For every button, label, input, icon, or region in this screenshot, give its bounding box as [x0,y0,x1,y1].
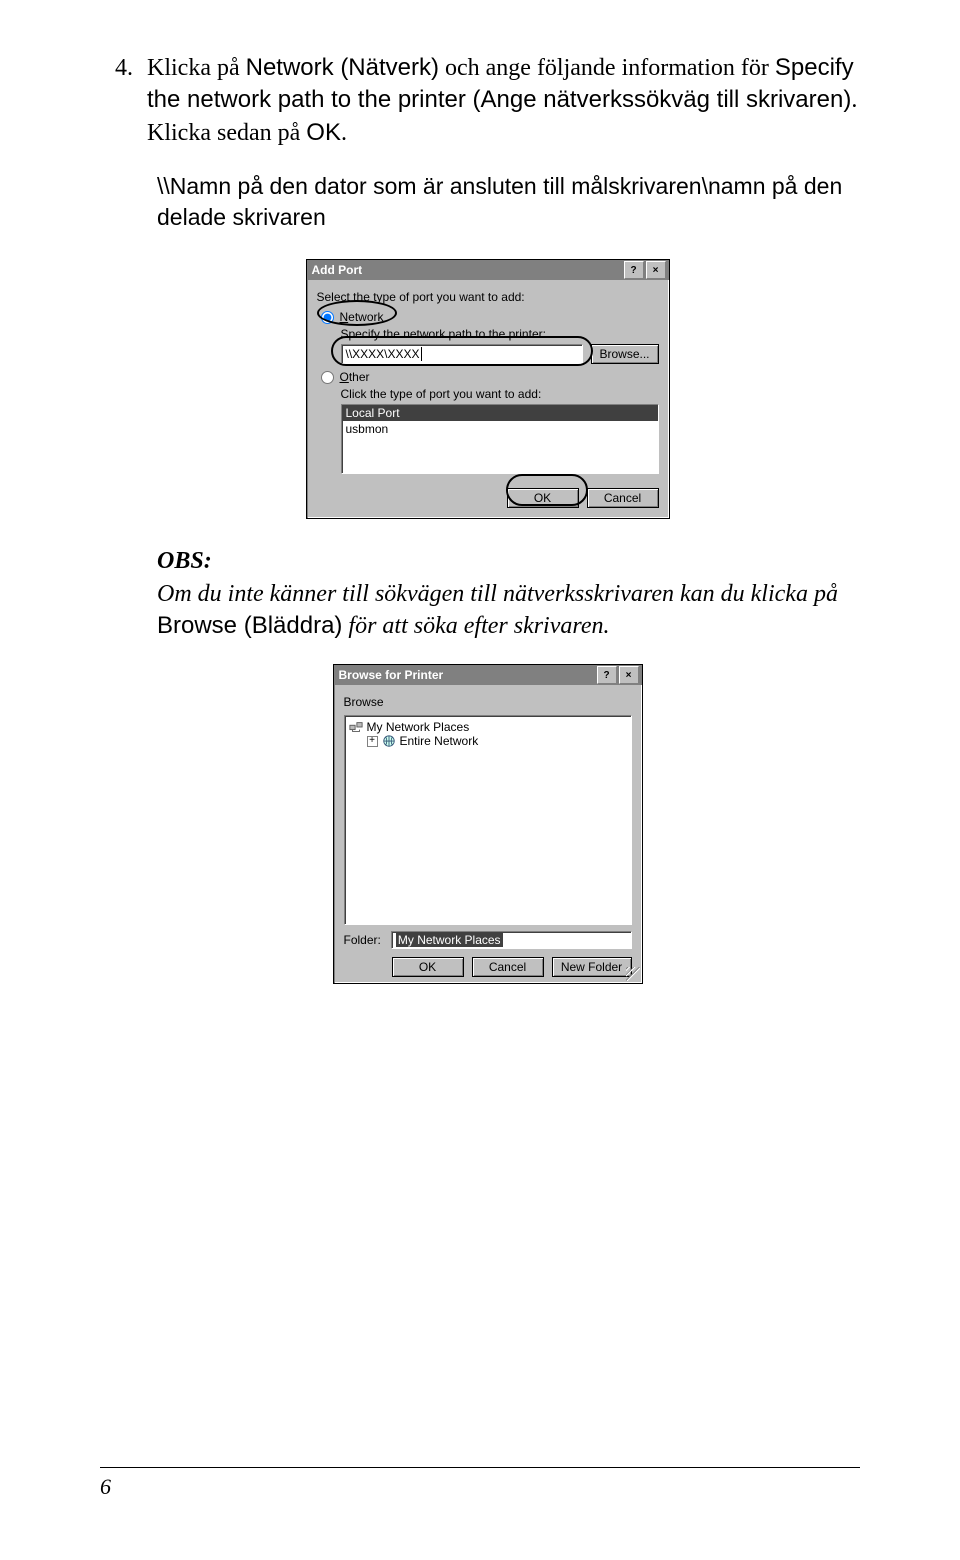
close-button[interactable]: × [619,666,639,684]
port-type-listbox[interactable]: Local Port usbmon [341,404,659,474]
resize-grip-icon[interactable] [626,967,640,981]
radio-network-label: Network [340,310,384,324]
page-number: 6 [100,1474,860,1500]
cancel-button[interactable]: Cancel [472,957,544,977]
browse-for-printer-dialog: Browse for Printer ? × Browse My Network… [333,664,643,984]
network-places-icon [349,720,363,734]
radio-other-label: Other [340,370,370,384]
browse-label: Browse [344,695,632,709]
ok-button[interactable]: OK [392,957,464,977]
list-item-localport[interactable]: Local Port [342,405,658,421]
new-folder-button[interactable]: New Folder [552,957,632,977]
network-subtext: Specify the network path to the printer: [341,327,659,341]
folder-value-field[interactable]: My Network Places [391,931,632,949]
dialog-title: Browse for Printer [339,668,444,682]
radio-network[interactable] [321,311,334,324]
step-text: Klicka på Network (Nätverk) och ange föl… [147,52,860,149]
network-tree[interactable]: My Network Places + Entire Network [344,715,632,925]
ok-button[interactable]: OK [507,488,579,508]
titlebar: Add Port ? × [307,260,669,280]
dialog-title: Add Port [312,263,363,277]
browse-button[interactable]: Browse... [591,344,659,364]
obs-note: OBS: Om du inte känner till sökvägen til… [157,545,860,642]
help-button[interactable]: ? [597,666,617,684]
add-port-dialog: Add Port ? × Select the type of port you… [306,259,670,519]
close-button[interactable]: × [646,261,666,279]
expand-icon[interactable]: + [367,736,378,747]
obs-title: OBS: [157,545,860,577]
folder-label: Folder: [344,933,381,947]
step-4: 4. Klicka på Network (Nätverk) och ange … [115,52,860,149]
globe-icon [382,734,396,748]
obs-text: Om du inte känner till sökvägen till nät… [157,578,860,643]
step-number: 4. [115,52,133,149]
list-item-usbmon[interactable]: usbmon [342,421,658,437]
footer-rule [100,1467,860,1468]
unc-path-example: \\Namn på den dator som är ansluten till… [157,171,860,233]
page-footer: 6 [100,1467,860,1500]
other-subtext: Click the type of port you want to add: [341,387,659,401]
tree-item-mynetwork[interactable]: My Network Places [349,720,627,734]
radio-other-row[interactable]: Other [321,370,659,384]
help-button[interactable]: ? [624,261,644,279]
radio-other[interactable] [321,371,334,384]
titlebar: Browse for Printer ? × [334,665,642,685]
radio-network-row[interactable]: Network [321,310,659,324]
prompt-text: Select the type of port you want to add: [317,290,659,304]
tree-item-entirenetwork[interactable]: + Entire Network [367,734,627,748]
network-path-input[interactable]: \\XXXX\XXXX [341,344,583,364]
cancel-button[interactable]: Cancel [587,488,659,508]
